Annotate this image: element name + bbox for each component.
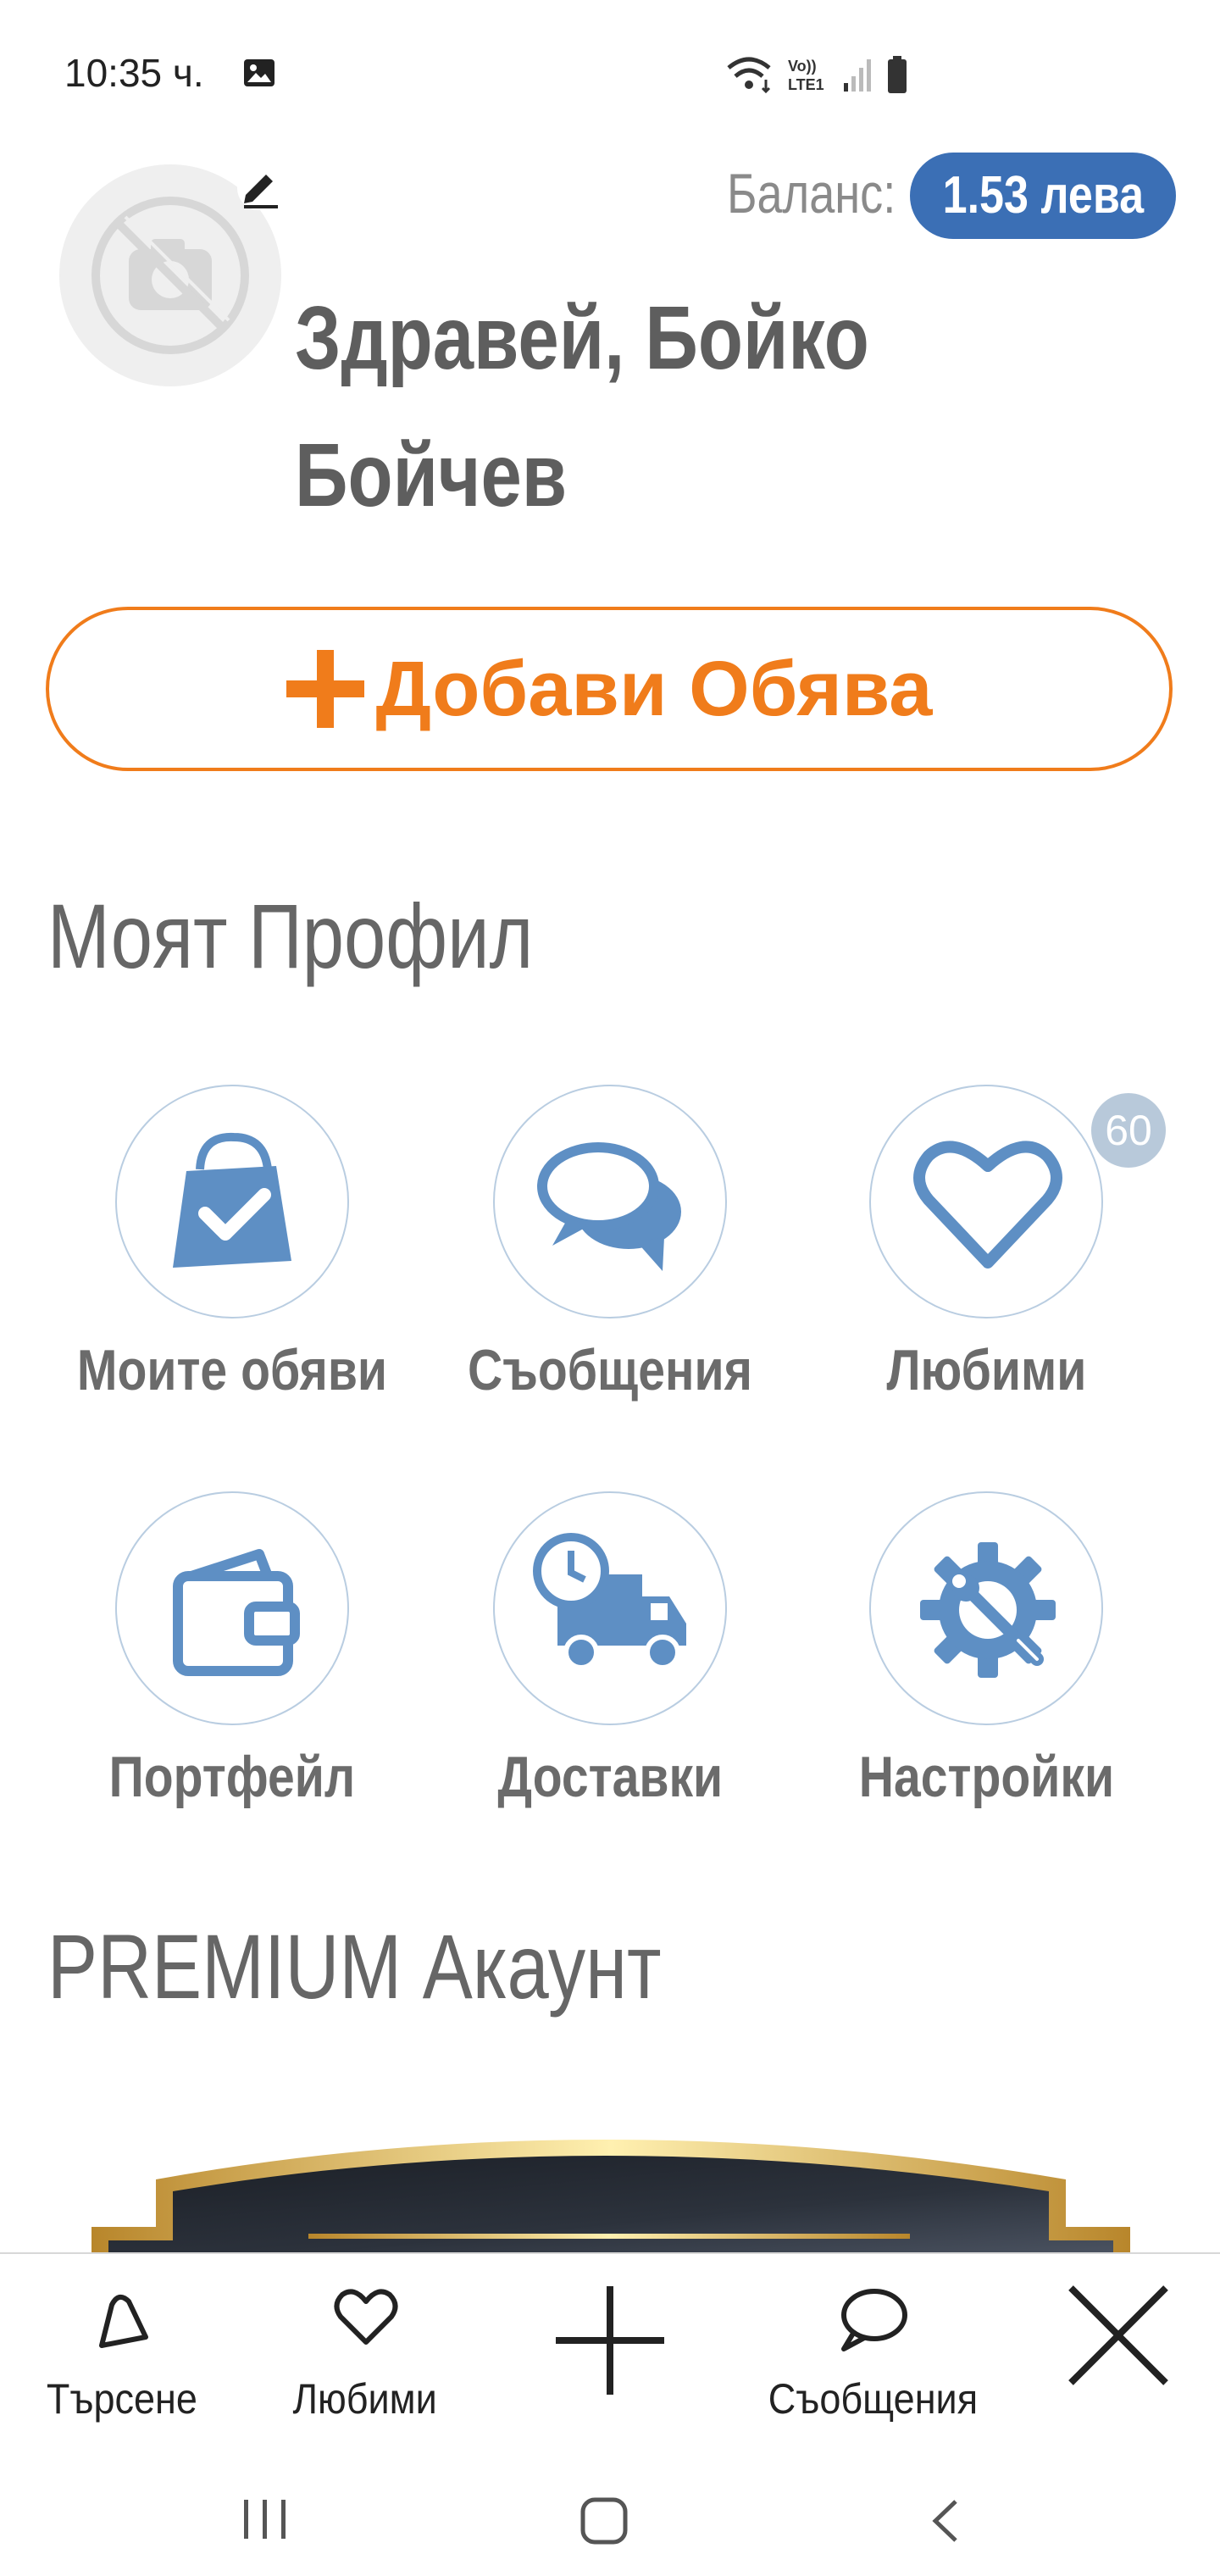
- heart-icon: [913, 1141, 1062, 1269]
- wallet-icon: [173, 1549, 300, 1676]
- tile-circle: [115, 1085, 349, 1319]
- nav-close-button[interactable]: [1059, 2279, 1178, 2432]
- nav-favorites[interactable]: Любими: [268, 2279, 463, 2432]
- premium-section-title: PREMIUM Акаунт: [47, 1915, 662, 2018]
- greeting-line-1: Здравей, Бойко: [295, 288, 869, 388]
- network-label: LTE1: [788, 76, 824, 93]
- tile-circle: [493, 1491, 727, 1725]
- tile-settings[interactable]: Настройки: [800, 1491, 1173, 1847]
- tile-label: Доставки: [497, 1745, 723, 1809]
- balance-badge[interactable]: 1.53 лева: [910, 153, 1176, 239]
- premium-banner[interactable]: [92, 2117, 1130, 2252]
- status-time: 10:35 ч.: [64, 51, 204, 95]
- system-nav-bar: [0, 2447, 1220, 2576]
- tile-favorites[interactable]: 60 Любими: [800, 1085, 1173, 1441]
- delivery-truck-icon: [533, 1533, 686, 1670]
- signal-icon: [844, 59, 871, 92]
- wifi-icon: [727, 57, 771, 94]
- settings-gear-icon: [920, 1542, 1056, 1678]
- tile-label: Съобщения: [468, 1338, 752, 1402]
- greeting-line-2: Бойчев: [295, 425, 568, 525]
- tile-label: Настройки: [858, 1745, 1114, 1809]
- chat-bubble-icon: [841, 2289, 907, 2351]
- tile-wallet[interactable]: Портфейл: [46, 1491, 419, 1847]
- heart-outline-icon: [334, 2289, 398, 2345]
- profile-section-title: Моят Профил: [47, 885, 534, 987]
- nav-search[interactable]: Търсене: [29, 2279, 215, 2432]
- bell-search-icon: [99, 2294, 148, 2348]
- nav-messages-label: Съобщения: [768, 2375, 978, 2423]
- greeting: Здравей, Бойко Бойчев: [295, 269, 1142, 544]
- tile-label: Портфейл: [108, 1745, 356, 1809]
- chat-bubbles-icon: [537, 1142, 681, 1271]
- pencil-icon: [244, 175, 278, 208]
- tile-circle: [493, 1085, 727, 1319]
- close-icon: [1068, 2285, 1168, 2385]
- tile-circle: [869, 1085, 1103, 1319]
- nav-search-label: Търсене: [46, 2375, 198, 2423]
- favorites-count-badge: 60: [1088, 1090, 1169, 1171]
- tile-my-listings[interactable]: Моите обяви: [46, 1085, 419, 1441]
- add-listing-label: Добави Обява: [375, 645, 933, 732]
- balance-value: 1.53 лева: [942, 166, 1144, 225]
- plus-icon: [556, 2286, 664, 2395]
- balance-label: Баланс:: [727, 162, 896, 225]
- bottom-nav: Търсене Любими Съобщения: [0, 2252, 1220, 2449]
- recent-apps-icon[interactable]: [241, 2498, 290, 2540]
- tile-label: Любими: [886, 1338, 1086, 1402]
- tile-circle: [115, 1491, 349, 1725]
- back-icon[interactable]: [929, 2498, 962, 2544]
- status-icons: Vo)) LTE1: [727, 56, 907, 94]
- tile-deliveries[interactable]: Доставки: [424, 1491, 796, 1847]
- battery-icon: [888, 56, 907, 93]
- nav-add-listing-button[interactable]: [542, 2279, 678, 2432]
- nav-messages[interactable]: Съобщения: [746, 2279, 1000, 2432]
- shopping-bag-check-icon: [173, 1132, 291, 1268]
- nav-favorites-label: Любими: [292, 2375, 438, 2423]
- add-listing-button[interactable]: Добави Обява: [46, 607, 1173, 771]
- svg-text:Vo)): Vo)): [788, 58, 817, 75]
- tile-messages[interactable]: Съобщения: [424, 1085, 796, 1441]
- edit-profile-button[interactable]: [237, 161, 281, 210]
- tile-circle: [869, 1491, 1103, 1725]
- home-icon[interactable]: [580, 2496, 629, 2545]
- tile-label: Моите обяви: [76, 1338, 388, 1402]
- plus-icon: [286, 650, 364, 728]
- gallery-notification-icon: [244, 59, 274, 86]
